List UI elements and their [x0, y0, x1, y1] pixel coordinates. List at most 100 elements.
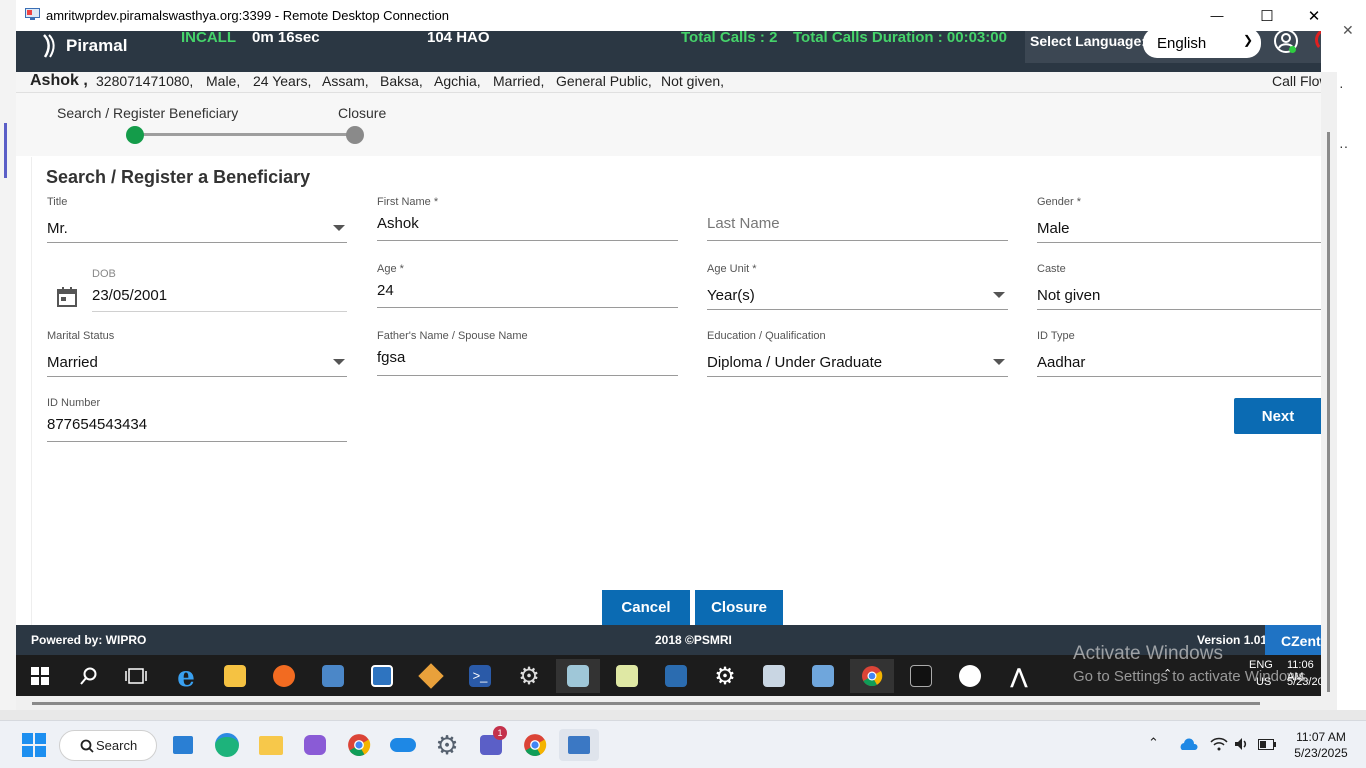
czentrix-label: CZent	[1281, 633, 1321, 649]
tray-overflow-icon[interactable]: ⌃	[1148, 735, 1159, 751]
maximize-icon: ☐	[1260, 7, 1274, 25]
dob-value: 23/05/2001	[92, 287, 168, 304]
onedrive-icon[interactable]	[385, 729, 421, 761]
maximize-button[interactable]: ☐	[1244, 0, 1290, 31]
field-underline	[707, 309, 1008, 310]
caste-field[interactable]: Caste Not given	[1037, 263, 1321, 311]
piramal-logo-icon	[43, 34, 55, 58]
chrome-icon[interactable]	[850, 659, 894, 693]
settings-gear-icon[interactable]: ⚙	[507, 659, 551, 693]
language-label: Select Language:	[1030, 33, 1146, 49]
cancel-button[interactable]: Cancel	[602, 590, 690, 625]
folder-icon[interactable]	[253, 729, 289, 761]
desktop-right-edge: ✕ · ··	[1337, 0, 1366, 720]
age-unit-select[interactable]: Age Unit * Year(s)	[707, 263, 1008, 311]
remote-search-icon[interactable]	[67, 659, 111, 693]
field-underline	[1037, 376, 1321, 377]
horizontal-scrollbar[interactable]	[16, 696, 1337, 710]
closure-button[interactable]: Closure	[695, 590, 783, 625]
app-arrow-icon[interactable]: ⋀	[997, 659, 1041, 693]
remote-desktop-icon	[25, 8, 40, 20]
search-icon	[80, 739, 94, 753]
age-field[interactable]: Age * 24	[377, 263, 678, 309]
id-type-field[interactable]: ID Type Aadhar	[1037, 330, 1321, 378]
calendar-icon[interactable]	[56, 286, 78, 308]
powered-by: Powered by: WIPRO	[31, 633, 147, 647]
beneficiary-marital: Married,	[493, 73, 545, 89]
dob-field[interactable]: DOB 23/05/2001	[92, 268, 347, 313]
minimize-button[interactable]: —	[1194, 0, 1240, 31]
id-number-label: ID Number	[47, 397, 101, 409]
title-select[interactable]: Title Mr.	[47, 196, 347, 244]
education-label: Education / Qualification	[707, 330, 826, 342]
app-blue-doc-icon[interactable]	[311, 659, 355, 693]
notepad-icon[interactable]	[605, 659, 649, 693]
task-view-icon[interactable]	[114, 659, 158, 693]
title-value: Mr.	[47, 220, 68, 237]
last-name-field[interactable]: Last Name	[707, 196, 1008, 242]
settings-local-icon[interactable]: ⚙	[429, 729, 465, 761]
logo-text: Piramal	[66, 36, 128, 55]
vscode-icon[interactable]	[654, 659, 698, 693]
vertical-scroll-thumb[interactable]	[1327, 132, 1330, 692]
copyright: 2018 ©PSMRI	[655, 633, 732, 647]
beneficiary-caste: Not given,	[661, 73, 725, 89]
horizontal-scroll-thumb[interactable]	[32, 702, 1260, 705]
settings-icon[interactable]: ⚙	[703, 659, 747, 693]
next-button[interactable]: Next	[1234, 398, 1322, 434]
desktop-bottom-edge	[0, 710, 1366, 720]
app-glass-icon[interactable]	[556, 659, 600, 693]
step-search-dot[interactable]	[126, 126, 144, 144]
czentrix-button[interactable]: CZent	[1265, 625, 1321, 655]
microsoft-365-icon[interactable]	[297, 729, 333, 761]
remote-desktop-local-icon[interactable]	[559, 729, 599, 761]
wifi-icon[interactable]	[1210, 737, 1228, 751]
marital-status-label: Marital Status	[47, 330, 115, 342]
power-icon[interactable]	[1315, 31, 1321, 51]
microsoft-store-icon[interactable]	[165, 729, 201, 761]
beneficiary-age: 24 Years,	[253, 73, 312, 89]
step-closure-label[interactable]: Closure	[338, 105, 386, 121]
call-timer: 0m 16sec	[252, 31, 320, 46]
remote-start-icon[interactable]	[18, 659, 62, 693]
close-button[interactable]: ✕	[1291, 0, 1337, 31]
step-closure-dot[interactable]	[346, 126, 364, 144]
file-explorer-icon[interactable]	[213, 659, 257, 693]
app-monitor-icon[interactable]	[752, 659, 796, 693]
call-flow-link[interactable]: Call Flow	[1272, 73, 1321, 89]
gender-field[interactable]: Gender * Male	[1037, 196, 1321, 244]
internet-explorer-icon[interactable]: e	[164, 659, 208, 693]
remote-desktop-taskbar-icon[interactable]	[801, 659, 845, 693]
father-name-value: fgsa	[377, 349, 406, 366]
app-diamond-icon[interactable]	[409, 659, 453, 693]
battery-icon[interactable]	[1258, 739, 1276, 750]
close-icon: ✕	[1307, 7, 1321, 25]
onedrive-tray-icon[interactable]	[1178, 737, 1198, 751]
app-orange-icon[interactable]	[262, 659, 306, 693]
caste-label: Caste	[1037, 263, 1066, 275]
id-type-label: ID Type	[1037, 330, 1075, 342]
teams-icon[interactable]: 1	[473, 726, 509, 761]
windows-start-icon[interactable]	[16, 729, 52, 761]
first-name-field[interactable]: First Name * Ashok	[377, 196, 678, 242]
dropdown-arrow-icon	[333, 225, 345, 231]
watermark-line1: Activate Windows	[1073, 643, 1223, 664]
last-name-placeholder: Last Name	[707, 215, 780, 232]
app-window-icon[interactable]	[360, 659, 404, 693]
language-select[interactable]: English ❯	[1143, 31, 1261, 58]
father-name-field[interactable]: Father's Name / Spouse Name fgsa	[377, 330, 678, 376]
local-clock[interactable]: 11:07 AM 5/23/2025	[1286, 729, 1356, 761]
powershell-icon[interactable]: >_	[458, 659, 502, 693]
step-search-label[interactable]: Search / Register Beneficiary	[57, 105, 238, 121]
education-select[interactable]: Education / Qualification Diploma / Unde…	[707, 330, 1008, 378]
marital-status-select[interactable]: Marital Status Married	[47, 330, 347, 378]
edge-icon[interactable]	[209, 729, 245, 761]
app-green-leaf-icon[interactable]	[948, 659, 992, 693]
id-number-field[interactable]: ID Number 877654543434	[47, 397, 347, 443]
volume-icon[interactable]	[1234, 737, 1250, 751]
vertical-scrollbar[interactable]	[1321, 72, 1337, 696]
chrome-local-icon-2[interactable]	[517, 729, 553, 761]
terminal-icon[interactable]	[899, 659, 943, 693]
chrome-local-icon[interactable]	[341, 729, 377, 761]
taskbar-search-box[interactable]: Search	[59, 730, 157, 761]
